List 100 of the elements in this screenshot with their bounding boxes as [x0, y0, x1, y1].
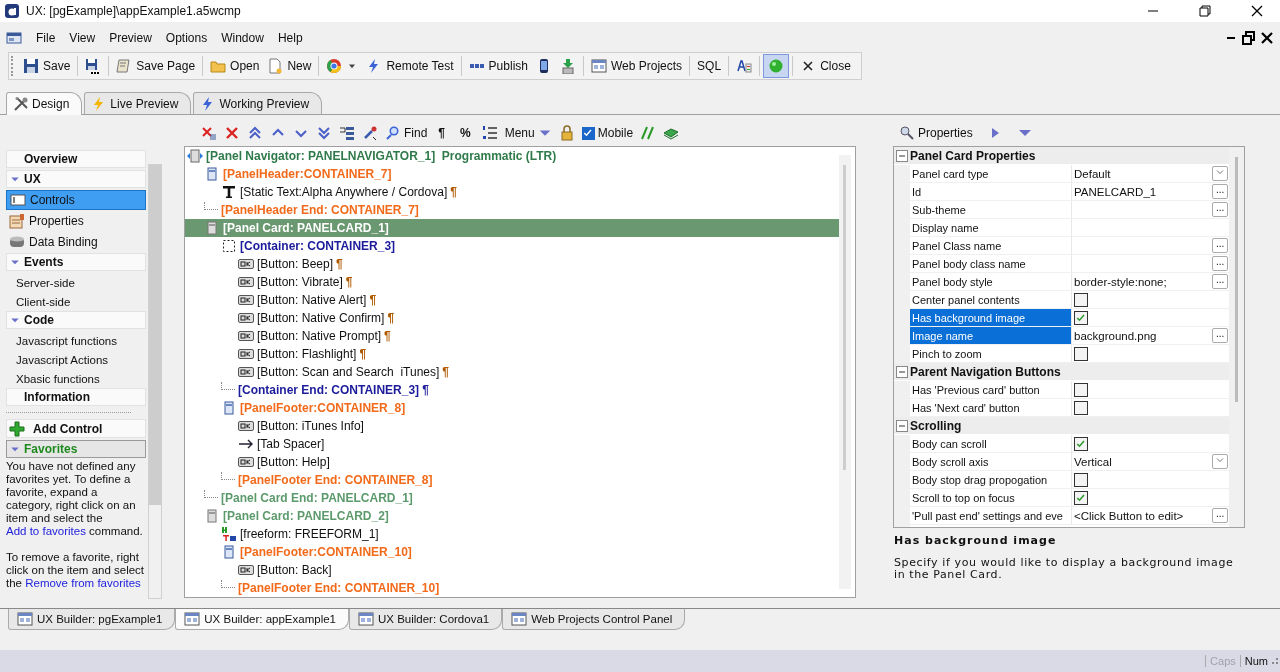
find-button[interactable]: Find [385, 123, 428, 143]
property-name[interactable]: Panel Class name [910, 237, 1072, 254]
toolbar-button[interactable]: Web Projects [586, 54, 687, 78]
sidebar-item[interactable]: Javascript functions [6, 331, 146, 350]
property-name[interactable]: Has 'Next card' button [910, 399, 1072, 416]
menu-item[interactable]: View [62, 31, 103, 45]
property-name[interactable]: Scroll to top on focus [910, 489, 1072, 506]
property-checkbox[interactable] [1074, 490, 1088, 505]
ellipsis-button[interactable]: ... [1212, 202, 1229, 217]
tree-row[interactable]: [Container: CONTAINER_3] [185, 237, 839, 255]
properties-button[interactable]: Properties [899, 123, 973, 143]
menu-item[interactable]: Options [158, 31, 215, 45]
menu-item[interactable]: Preview [102, 31, 159, 45]
scrollbar[interactable] [148, 164, 162, 599]
scrollbar[interactable] [839, 155, 851, 589]
property-name[interactable]: Id [910, 183, 1072, 200]
toggle-button[interactable] [763, 54, 790, 78]
property-name[interactable]: Panel body style [910, 273, 1072, 290]
property-value[interactable]: Vertical [1074, 455, 1112, 468]
sidebar-item[interactable]: Client-side [6, 292, 146, 311]
property-name[interactable]: Pinch to zoom [910, 345, 1072, 362]
toolbar-button[interactable]: Open [206, 54, 264, 78]
toolbar-button[interactable]: % [456, 123, 475, 143]
menu-item[interactable]: File [29, 31, 63, 45]
toolbar-button[interactable]: Save Page [112, 54, 200, 78]
sidebar-heading[interactable]: UX [6, 170, 146, 188]
menu-item[interactable]: Window [214, 31, 271, 45]
property-checkbox[interactable] [1074, 382, 1088, 397]
property-name[interactable]: Panel card type [910, 165, 1072, 182]
ellipsis-button[interactable]: ... [1212, 184, 1229, 199]
toolbar-button[interactable]: SQL [693, 54, 726, 78]
property-name[interactable]: Panel body class name [910, 255, 1072, 272]
ellipsis-button[interactable]: ... [1212, 256, 1229, 271]
property-name[interactable]: Body stop drag propogation [910, 471, 1072, 488]
toolbar-button[interactable]: Save [19, 54, 75, 78]
tree-row[interactable]: [Panel Navigator: PANELNAVIGATOR_1] Programmatic (LTR) [185, 147, 839, 165]
toolbar-button[interactable]: ¶ [434, 123, 450, 143]
property-name[interactable]: Body scroll axis [910, 453, 1072, 470]
tree-row[interactable]: [Button: Beep] ¶ [185, 255, 839, 273]
toolbar-button[interactable]: Publish [464, 54, 532, 78]
favorites-heading[interactable]: Favorites [6, 440, 146, 458]
tree-row[interactable]: [Button: Vibrate] ¶ [185, 273, 839, 291]
property-name[interactable]: Center panel contents [910, 291, 1072, 308]
sidebar-item[interactable]: Server-side [6, 273, 146, 292]
document-tab[interactable]: UX Builder: pgExample1 [8, 609, 176, 630]
menu-button[interactable]: Menu [504, 123, 552, 143]
tree-row[interactable]: [Button: iTunes Info] [185, 417, 839, 435]
property-name[interactable]: Has background image [910, 309, 1072, 326]
favorites-link[interactable]: Add to favorites [6, 525, 86, 537]
ellipsis-button[interactable]: ... [1212, 238, 1229, 253]
tree-row[interactable]: [Button: Flashlight] ¶ [185, 345, 839, 363]
property-value[interactable]: PANELCARD_1 [1074, 185, 1157, 198]
property-name[interactable]: Body can scroll [910, 435, 1072, 452]
menu-item[interactable]: Help [270, 31, 310, 45]
sidebar-item[interactable]: Properties [6, 211, 146, 231]
sidebar-heading[interactable]: Overview [6, 150, 146, 168]
property-group-header[interactable]: Parent Navigation Buttons [894, 363, 1229, 381]
tree-row[interactable]: [Button: Help] [185, 453, 839, 471]
document-tab[interactable]: UX Builder: Cordova1 [349, 609, 503, 630]
tree-row[interactable]: [Static Text:Alpha Anywhere / Cordova] ¶ [185, 183, 839, 201]
toolbar-button[interactable]: Remote Test [362, 54, 458, 78]
view-tab[interactable]: Live Preview [84, 92, 192, 114]
ellipsis-button[interactable]: ... [1212, 508, 1229, 523]
tree-row[interactable]: [Button: Back] [185, 561, 839, 579]
tree-row[interactable]: [freeform: FREEFORM_1] [185, 525, 839, 543]
view-tab[interactable]: Design [6, 92, 83, 115]
tree-row[interactable]: [Container End: CONTAINER_3] ¶ [185, 381, 839, 399]
property-value[interactable]: border-style:none; [1074, 275, 1167, 288]
sidebar-item[interactable]: Data Binding [6, 232, 146, 252]
document-tab[interactable]: UX Builder: appExample1 [175, 609, 349, 630]
favorites-link[interactable]: Remove from favorites [25, 577, 141, 589]
property-name[interactable]: Display name [910, 219, 1072, 236]
ellipsis-button[interactable]: ... [1212, 328, 1229, 343]
property-checkbox[interactable] [1074, 472, 1088, 487]
sidebar-item[interactable]: Xbasic functions [6, 369, 146, 388]
property-group-header[interactable]: Scrolling [894, 417, 1229, 435]
property-checkbox[interactable] [1074, 310, 1088, 325]
property-checkbox[interactable] [1074, 346, 1088, 361]
sidebar-item[interactable]: Javascript Actions [6, 350, 146, 369]
property-checkbox[interactable] [1074, 436, 1088, 451]
sidebar-heading[interactable]: Information [6, 388, 146, 406]
mobile-checkbox[interactable]: Mobile [581, 123, 634, 143]
view-tab[interactable]: Working Preview [193, 92, 323, 114]
property-group-header[interactable]: Panel Card Properties [894, 147, 1229, 165]
property-name[interactable]: Sub-theme [910, 201, 1072, 218]
add-control-heading[interactable]: Add Control [6, 419, 146, 438]
property-name[interactable]: Has 'Previous card' button [910, 381, 1072, 398]
property-name[interactable]: 'Pull past end' settings and eve [910, 507, 1072, 524]
tree-row[interactable]: [Button: Native Confirm] ¶ [185, 309, 839, 327]
tree-row[interactable]: [Button: Native Prompt] ¶ [185, 327, 839, 345]
property-checkbox[interactable] [1074, 400, 1088, 415]
tree-row[interactable]: [Tab Spacer] [185, 435, 839, 453]
property-name[interactable]: Image name [910, 327, 1072, 344]
property-value[interactable]: <Click Button to edit> [1074, 509, 1184, 522]
sidebar-heading[interactable]: Events [6, 253, 146, 271]
ellipsis-button[interactable]: ... [1212, 274, 1229, 289]
tree-row[interactable]: [Button: Native Alert] ¶ [185, 291, 839, 309]
property-checkbox[interactable] [1074, 292, 1088, 307]
document-tab[interactable]: Web Projects Control Panel [502, 609, 686, 630]
property-value[interactable]: background.png [1074, 329, 1157, 342]
